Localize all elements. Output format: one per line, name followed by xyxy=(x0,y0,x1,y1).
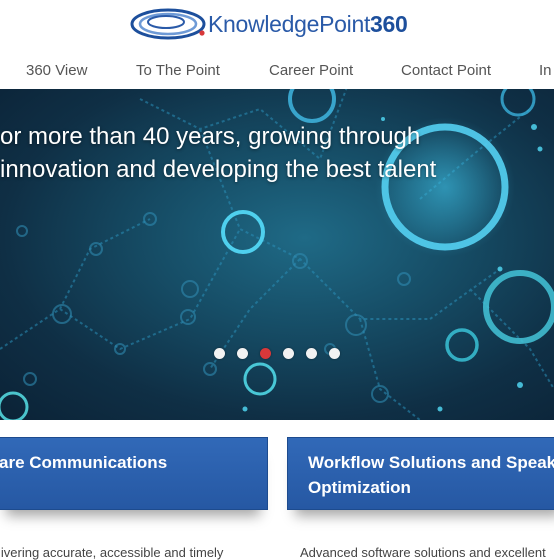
nav-item-to-the-point[interactable]: To The Point xyxy=(136,62,220,79)
hero-headline-line-2: innovation and developing the best talen… xyxy=(0,156,437,183)
nav-item-contact-point[interactable]: Contact Point xyxy=(401,62,491,79)
feature-card-workflow-solutions[interactable]: Workflow Solutions and Speake Optimizati… xyxy=(287,437,554,510)
feature-card-communications[interactable]: are Communications xyxy=(0,437,268,510)
swirl-logo-icon xyxy=(130,8,206,40)
card-title-line-1: Workflow Solutions and Speake xyxy=(308,453,554,472)
logo-number: 360 xyxy=(370,10,408,37)
logo-wordmark: KnowledgePoint360 xyxy=(208,11,408,38)
hero-headline-line-1: or more than 40 years, growing through xyxy=(0,123,421,150)
slider-dot-3-active[interactable] xyxy=(260,348,271,359)
hero-slider: or more than 40 years, growing through i… xyxy=(0,89,554,420)
card-title-line-1: are Communications xyxy=(0,453,168,472)
site-logo[interactable]: KnowledgePoint360 xyxy=(130,4,408,44)
card-title-line-2: Optimization xyxy=(308,478,411,497)
nav-item-360-view[interactable]: 360 View xyxy=(26,62,87,79)
slider-dot-4[interactable] xyxy=(283,348,294,359)
slider-dot-6[interactable] xyxy=(329,348,340,359)
card-teaser-text-workflow: Advanced software solutions and excellen… xyxy=(300,545,546,560)
slider-dot-1[interactable] xyxy=(214,348,225,359)
main-navigation: 360 View To The Point Career Point Conta… xyxy=(0,52,554,89)
card-title: Workflow Solutions and Speake Optimizati… xyxy=(308,450,554,500)
card-teaser-text-communications: livering accurate, accessible and timely xyxy=(0,545,224,560)
site-header: KnowledgePoint360 xyxy=(0,0,554,52)
logo-name: KnowledgePoint xyxy=(208,10,371,37)
card-title: are Communications xyxy=(0,450,167,475)
slider-dot-2[interactable] xyxy=(237,348,248,359)
slider-dot-5[interactable] xyxy=(306,348,317,359)
nav-item-career-point[interactable]: Career Point xyxy=(269,62,353,79)
nav-item-in[interactable]: In xyxy=(539,62,552,79)
